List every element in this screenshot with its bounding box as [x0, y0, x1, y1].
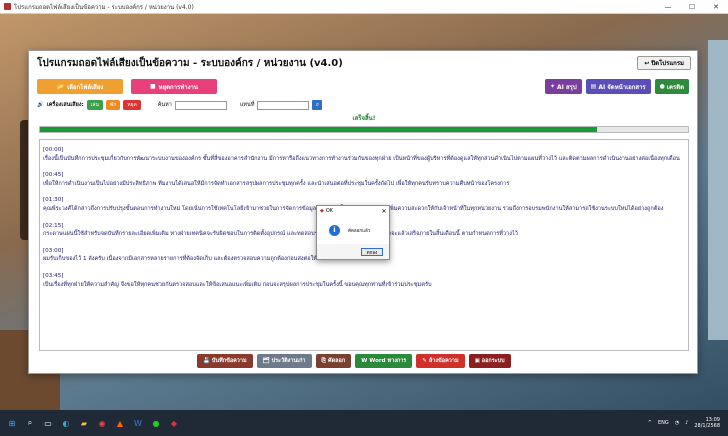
- minimize-button[interactable]: —: [656, 0, 680, 14]
- ai-summary-button[interactable]: ✦ AI สรุป: [544, 79, 582, 94]
- history-button[interactable]: 🗂 ประวัติงานเก่า: [256, 354, 312, 368]
- word-icon: W: [361, 358, 368, 364]
- background-window: [708, 40, 728, 340]
- file-explorer-icon[interactable]: ▰: [78, 417, 90, 429]
- save-text-button[interactable]: 💾 บันทึกข้อความ: [197, 354, 253, 368]
- play-button[interactable]: เล่น: [86, 100, 103, 110]
- sparkle-icon: ✦: [549, 83, 555, 90]
- speaker-icon: 🔊: [37, 102, 44, 108]
- search-label: ค้นหา: [157, 102, 172, 108]
- exit-icon: ↩: [644, 59, 650, 67]
- save-icon: 💾: [203, 358, 210, 364]
- logout-button[interactable]: ▣ ออกระบบ: [468, 354, 511, 368]
- window-controls: — ☐ ✕: [656, 0, 728, 14]
- window-titlebar: โปรแกรมถอดไฟล์เสียงเป็นข้อความ - ระบบองค…: [0, 0, 728, 14]
- coin-icon: ●: [659, 83, 665, 90]
- replace-input[interactable]: [257, 100, 310, 110]
- line-app-icon[interactable]: ●: [150, 417, 162, 429]
- eraser-icon: ✎: [422, 358, 427, 364]
- info-icon: i: [329, 224, 340, 236]
- transcript-segment: [00:00] เรื่องนี้เป็นบันทึกการประชุมเกี่ย…: [43, 146, 685, 163]
- player-label: เครื่องเล่นเสียง:: [46, 102, 84, 108]
- stop-process-button[interactable]: ■ หยุดการทำงาน: [131, 79, 217, 94]
- logout-icon: ▣: [474, 358, 480, 364]
- primary-actions: 📂 เลือกไฟล์เสียง ■ หยุดการทำงาน: [37, 79, 217, 94]
- dialog-message: คัดลอกแล้ว: [348, 228, 371, 234]
- segment-text: เรื่องนี้เป็นบันทึกการประชุมเกี่ยวกับการ…: [43, 155, 680, 162]
- status-text: เสร็จสิ้น!: [352, 115, 376, 122]
- ok-dialog: ◆ OK ✕ i คัดลอกแล้ว ตกลง: [316, 205, 390, 260]
- edge-icon[interactable]: ◐: [60, 417, 72, 429]
- dialog-body: i คัดลอกแล้ว: [317, 216, 389, 244]
- word-export-button[interactable]: W Word ทางการ: [355, 354, 413, 368]
- progress-fill: [40, 127, 598, 132]
- app-icon: [4, 3, 11, 10]
- chrome-icon[interactable]: ◉: [96, 417, 108, 429]
- credits-button[interactable]: ● เครดิต: [654, 79, 689, 94]
- clock-date: 28/1/2568: [694, 423, 720, 429]
- document-icon: ▤: [590, 83, 597, 90]
- volume-icon[interactable]: ♪: [685, 420, 688, 426]
- clear-text-button[interactable]: ✎ ล้างข้อความ: [416, 354, 465, 368]
- select-audio-button[interactable]: 📂 เลือกไฟล์เสียง: [37, 79, 123, 94]
- window-title: โปรแกรมถอดไฟล์เสียงเป็นข้อความ - ระบบองค…: [14, 3, 194, 11]
- dialog-footer: ตกลง: [317, 244, 389, 260]
- transcript-segment: [00:45] เพื่อให้การดำเนินงานเป็นไปอย่างมี…: [43, 171, 685, 188]
- segment-text: เพื่อให้การดำเนินงานเป็นไปอย่างมีประสิทธ…: [43, 180, 510, 187]
- stop-playback-button[interactable]: หยุด: [123, 100, 141, 110]
- folder-icon: 📂: [56, 83, 65, 90]
- dialog-title: OK: [325, 208, 334, 214]
- search-input[interactable]: [174, 100, 227, 110]
- close-program-button[interactable]: ↩ ปิดโปรแกรม: [637, 56, 691, 70]
- windows-start-icon[interactable]: ⊞: [6, 417, 18, 429]
- system-tray: ^ ENG ◔ ♪ 13:09 28/1/2568: [648, 417, 728, 429]
- history-icon: 🗂: [262, 358, 270, 364]
- bottom-actions: 💾 บันทึกข้อความ 🗂 ประวัติงานเก่า ⎘ คัดลอก W…: [197, 354, 511, 368]
- segment-text: เป็นเรื่องที่ทุกฝ่ายให้ความสำคัญ จึงขอให…: [43, 281, 432, 288]
- transcriber-app-icon[interactable]: ◆: [168, 417, 180, 429]
- app-header: โปรแกรมถอดไฟล์เสียงเป็นข้อความ - ระบบองค…: [29, 51, 699, 75]
- dialog-titlebar: ◆ OK ✕: [317, 206, 389, 216]
- wifi-icon[interactable]: ◔: [675, 420, 679, 426]
- ai-format-button[interactable]: ▤ AI จัดหน้าเอกสาร: [585, 79, 651, 94]
- clock[interactable]: 13:09 28/1/2568: [694, 417, 720, 429]
- stop-icon: ■: [150, 83, 156, 90]
- ai-actions: ✦ AI สรุป ▤ AI จัดหน้าเอกสาร ● เครดิต: [544, 79, 689, 94]
- close-window-button[interactable]: ✕: [704, 0, 728, 14]
- segment-timestamp: [03:45]: [43, 272, 64, 279]
- maximize-button[interactable]: ☐: [680, 0, 704, 14]
- dialog-ok-button[interactable]: ตกลง: [361, 248, 383, 256]
- search-icon[interactable]: ⌕: [312, 100, 323, 110]
- chevron-up-icon[interactable]: ^: [648, 420, 652, 426]
- player-controls: 🔊 เครื่องเล่นเสียง: เล่น พัก หยุด ค้นหา …: [37, 100, 323, 110]
- dialog-close-button[interactable]: ✕: [379, 208, 389, 215]
- language-indicator[interactable]: ENG: [658, 420, 669, 426]
- copy-icon: ⎘: [321, 357, 326, 364]
- pause-button[interactable]: พัก: [105, 100, 121, 110]
- replace-label: แทนที่: [239, 102, 255, 108]
- transcript-segment: [03:45] เป็นเรื่องที่ทุกฝ่ายให้ความสำคัญ …: [43, 272, 685, 289]
- segment-timestamp: [00:45]: [43, 172, 64, 179]
- task-view-icon[interactable]: ▭: [42, 417, 54, 429]
- dialog-app-icon: ◆: [320, 208, 324, 214]
- search-taskbar-icon[interactable]: ⌕: [24, 417, 36, 429]
- word-app-icon[interactable]: W: [132, 417, 144, 429]
- segment-timestamp: [00:00]: [43, 147, 64, 153]
- app-title: โปรแกรมถอดไฟล์เสียงเป็นข้อความ - ระบบองค…: [37, 57, 343, 69]
- copy-button[interactable]: ⎘ คัดลอก: [315, 354, 352, 368]
- segment-timestamp: [01:30]: [43, 197, 64, 204]
- progress-bar: [39, 126, 689, 133]
- taskbar: ⊞ ⌕ ▭ ◐ ▰ ◉ ▲ W ● ◆ ^ ENG ◔ ♪ 13:09 28/1…: [0, 410, 728, 436]
- brave-icon[interactable]: ▲: [114, 417, 126, 429]
